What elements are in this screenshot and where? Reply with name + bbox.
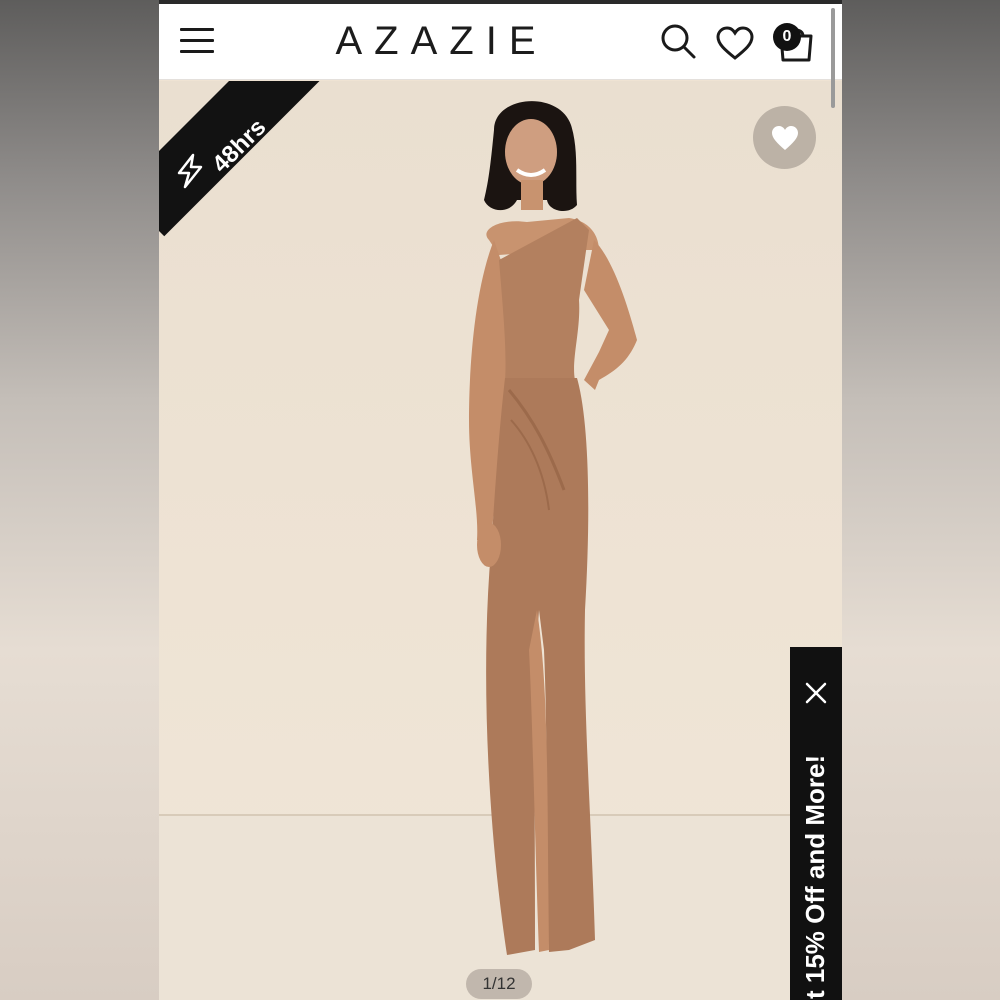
image-pager: 1/12 [466, 969, 532, 999]
badge-48hrs: 48hrs [159, 81, 329, 251]
model-in-dress [469, 101, 637, 955]
site-header: AZAZIE 0 [159, 4, 842, 80]
background-left [0, 0, 159, 1000]
brand-logo[interactable]: AZAZIE [314, 20, 557, 62]
heart-filled-icon [772, 126, 798, 150]
heart-outline-icon[interactable] [716, 24, 754, 62]
background-right [842, 0, 1000, 1000]
hamburger-menu-icon[interactable] [180, 28, 214, 54]
cart-count-badge: 0 [773, 23, 801, 51]
lightning-icon [177, 153, 203, 189]
scrollbar[interactable] [831, 8, 835, 108]
promo-label: t 15% Off and More! [800, 754, 830, 999]
phone-screen: 48hrs AZAZIE 0 t 15% Off and More! 1/12 [159, 0, 842, 1000]
close-icon[interactable] [804, 681, 828, 705]
promo-tab[interactable]: t 15% Off and More! [790, 647, 842, 1000]
search-icon[interactable] [659, 22, 697, 60]
favorite-button[interactable] [753, 106, 816, 169]
